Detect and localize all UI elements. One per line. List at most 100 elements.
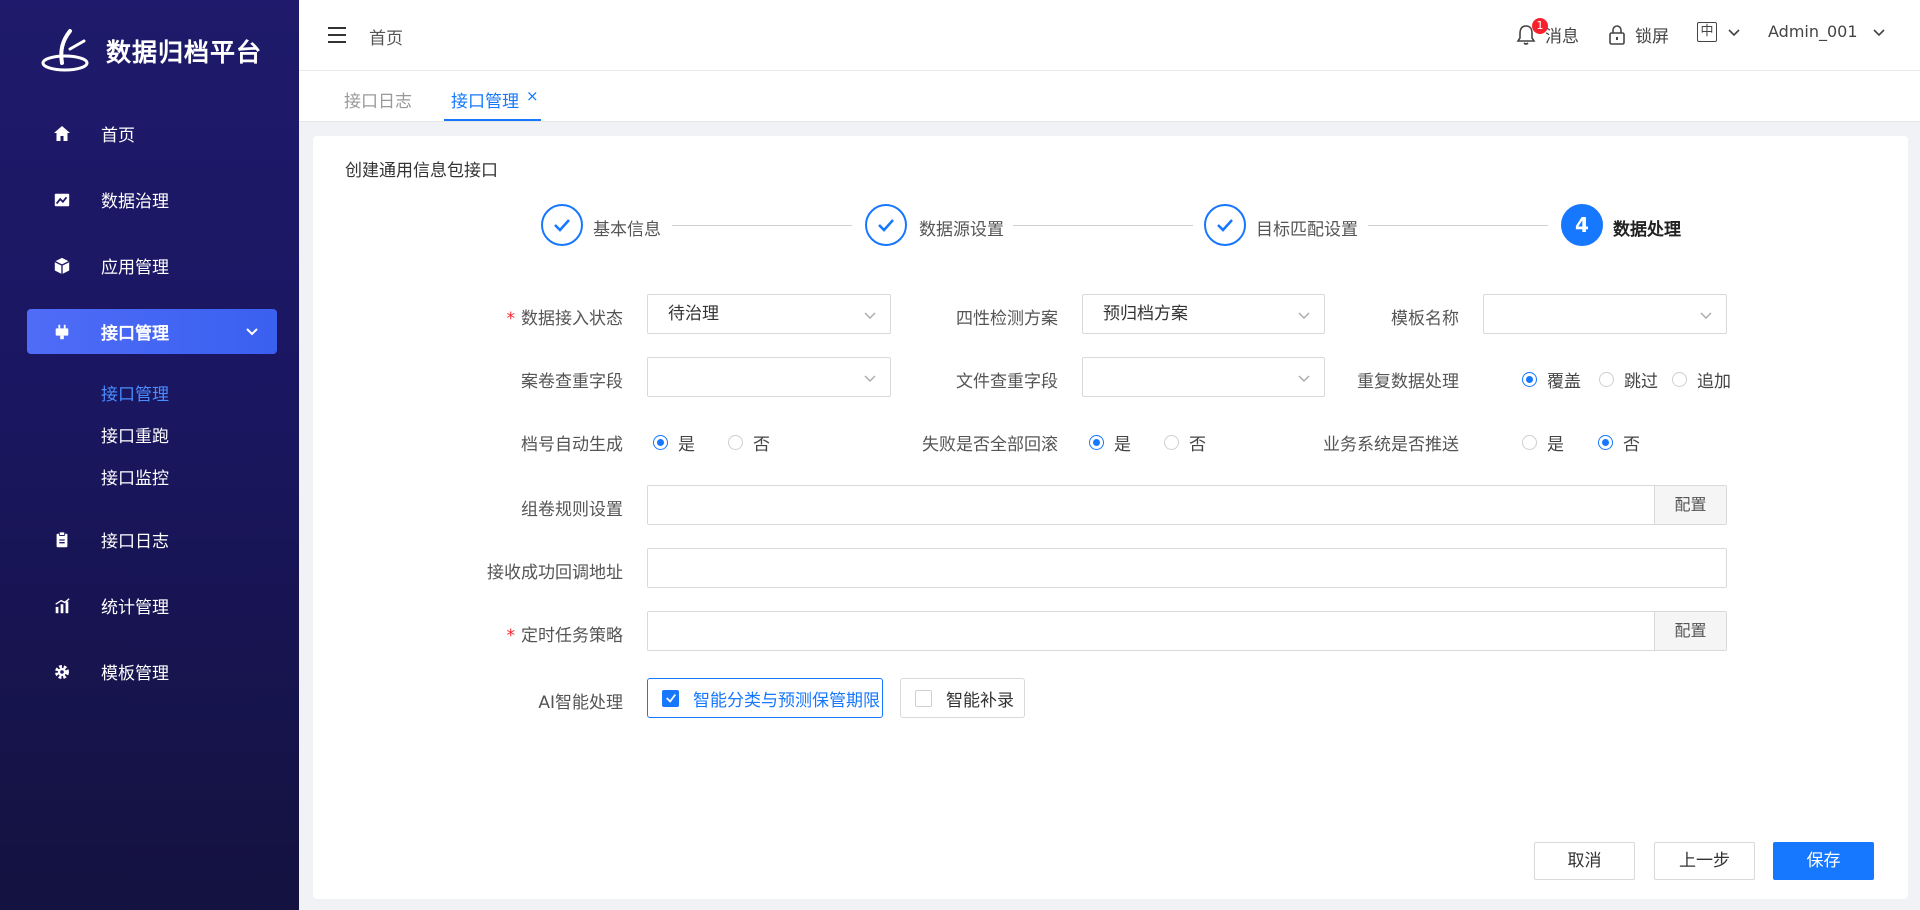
- dup-handling-skip-radio[interactable]: 跳过: [1599, 367, 1658, 392]
- sidebar-item-home[interactable]: 首页: [27, 111, 277, 156]
- message-count-badge: 1: [1532, 17, 1548, 34]
- language-box: 中: [1697, 22, 1717, 42]
- step-2-check-icon: [865, 204, 907, 246]
- chevron-down-icon: [246, 328, 258, 336]
- step-2-label: 数据源设置: [919, 220, 1004, 240]
- sidebar-item-label: 接口日志: [101, 532, 169, 552]
- step-3-check-icon: [1204, 204, 1246, 246]
- app-title: 数据归档平台: [106, 38, 263, 67]
- logo-icon: [41, 29, 89, 72]
- volume-rule-label: 组卷规则设置: [521, 500, 623, 520]
- volume-rule-config-button[interactable]: 配置: [1654, 486, 1726, 524]
- sidebar-item-label: 接口管理: [101, 324, 169, 344]
- top-header: 首页 1 消息 锁屏 中 Admin_001: [299, 0, 1920, 71]
- step-connector: [672, 225, 852, 226]
- auto-archive-yes-radio[interactable]: 是: [653, 430, 695, 455]
- user-menu[interactable]: Admin_001: [1768, 22, 1886, 41]
- push-biz-label: 业务系统是否推送: [1323, 435, 1459, 455]
- chevron-down-icon: [1700, 312, 1712, 319]
- messages-label: 消息: [1545, 27, 1579, 47]
- app-logo[interactable]: 数据归档平台: [40, 26, 262, 76]
- sidebar-item-label: 数据治理: [101, 192, 169, 212]
- case-dedup-select[interactable]: [647, 357, 891, 397]
- sidebar-item-data-governance[interactable]: 数据治理: [27, 177, 277, 222]
- callback-url-input[interactable]: [647, 548, 1727, 588]
- step-4-number: 4: [1561, 204, 1603, 246]
- file-dedup-select[interactable]: [1082, 357, 1325, 397]
- chevron-down-icon: [1298, 312, 1310, 319]
- breadcrumb[interactable]: 首页: [369, 24, 403, 49]
- dup-handling-overwrite-radio[interactable]: 覆盖: [1522, 367, 1581, 392]
- lock-label: 锁屏: [1635, 27, 1669, 47]
- sidebar-subitem-interface-management[interactable]: 接口管理: [101, 380, 169, 405]
- file-dedup-label: 文件查重字段: [956, 372, 1058, 392]
- home-icon: [51, 123, 73, 145]
- access-status-label: * 数据接入状态: [506, 309, 624, 329]
- tab-interface-log[interactable]: 接口日志: [344, 87, 412, 112]
- ai-supplement-checkbox[interactable]: 智能补录: [900, 678, 1025, 718]
- rollback-yes-radio[interactable]: 是: [1089, 430, 1131, 455]
- access-status-select[interactable]: 待治理: [647, 294, 891, 334]
- step-3-label: 目标匹配设置: [1256, 220, 1358, 240]
- username: Admin_001: [1768, 22, 1858, 41]
- ai-processing-label: AI智能处理: [538, 693, 623, 713]
- sidebar-item-interface-management[interactable]: 接口管理: [27, 309, 277, 354]
- messages-button[interactable]: 1 消息: [1515, 17, 1579, 47]
- auto-archive-no-label: 档号自动生成: [521, 435, 623, 455]
- sidebar-subitem-interface-monitor[interactable]: 接口监控: [101, 464, 169, 489]
- sidebar-item-template-management[interactable]: 模板管理: [27, 649, 277, 694]
- step-1-check-icon: [541, 204, 583, 246]
- sidebar: 数据归档平台 首页 数据治理 应用管理 接口管理 接口管理 接口重跑 接口监控 …: [0, 0, 299, 910]
- bar-chart-icon: [51, 595, 73, 617]
- cancel-button[interactable]: 取消: [1534, 842, 1635, 880]
- chevron-down-icon: [1728, 29, 1740, 37]
- language-switch[interactable]: 中: [1697, 22, 1741, 42]
- required-mark: *: [506, 626, 516, 646]
- sidebar-item-label: 应用管理: [101, 258, 169, 278]
- four-check-label: 四性检测方案: [956, 309, 1058, 329]
- step-4-label: 数据处理: [1613, 220, 1681, 240]
- volume-rule-input[interactable]: 配置: [647, 485, 1727, 525]
- sidebar-item-statistics[interactable]: 统计管理: [27, 583, 277, 628]
- checkbox-unchecked-icon: [915, 689, 932, 707]
- step-1-label: 基本信息: [593, 220, 661, 240]
- rollback-label: 失败是否全部回滚: [922, 435, 1058, 455]
- schedule-config-button[interactable]: 配置: [1654, 612, 1726, 650]
- lock-icon: [1609, 24, 1625, 45]
- menu-toggle-icon[interactable]: [326, 25, 348, 45]
- dup-handling-label: 重复数据处理: [1357, 372, 1459, 392]
- chevron-down-icon: [1298, 375, 1310, 382]
- rollback-no-radio[interactable]: 否: [1164, 430, 1206, 455]
- auto-archive-no-radio[interactable]: 否: [728, 430, 770, 455]
- close-icon[interactable]: ×: [526, 87, 539, 105]
- tab-interface-management[interactable]: 接口管理: [451, 87, 519, 112]
- push-biz-yes-radio[interactable]: 是: [1522, 430, 1564, 455]
- bell-icon: 1: [1515, 17, 1548, 47]
- cube-icon: [51, 255, 73, 277]
- sidebar-item-label: 首页: [101, 126, 135, 146]
- template-name-select[interactable]: [1483, 294, 1727, 334]
- sidebar-item-label: 模板管理: [101, 664, 169, 684]
- schedule-input[interactable]: 配置: [647, 611, 1727, 651]
- form-card: 创建通用信息包接口 基本信息 数据源设置 目标匹配设置 4 数据处理 * 数据接入…: [313, 136, 1908, 899]
- lock-screen-button[interactable]: 锁屏: [1607, 22, 1669, 47]
- chart-image-icon: [51, 189, 73, 211]
- sidebar-item-app-management[interactable]: 应用管理: [27, 243, 277, 288]
- four-check-select[interactable]: 预归档方案: [1082, 294, 1325, 334]
- step-connector: [1013, 225, 1193, 226]
- save-button[interactable]: 保存: [1773, 842, 1874, 880]
- previous-step-button[interactable]: 上一步: [1654, 842, 1755, 880]
- gear-icon: [51, 661, 73, 683]
- sidebar-item-label: 统计管理: [101, 598, 169, 618]
- sidebar-subitem-interface-rerun[interactable]: 接口重跑: [101, 422, 169, 447]
- template-name-label: 模板名称: [1391, 309, 1459, 329]
- ai-classify-checkbox[interactable]: 智能分类与预测保管期限: [647, 678, 883, 718]
- sidebar-item-interface-log[interactable]: 接口日志: [27, 517, 277, 562]
- schedule-label: * 定时任务策略: [506, 626, 624, 646]
- dup-handling-append-radio[interactable]: 追加: [1672, 367, 1731, 392]
- push-biz-no-radio[interactable]: 否: [1598, 430, 1640, 455]
- page-title: 创建通用信息包接口: [345, 161, 498, 181]
- step-connector: [1368, 225, 1548, 226]
- plug-icon: [51, 321, 73, 343]
- required-mark: *: [506, 309, 516, 329]
